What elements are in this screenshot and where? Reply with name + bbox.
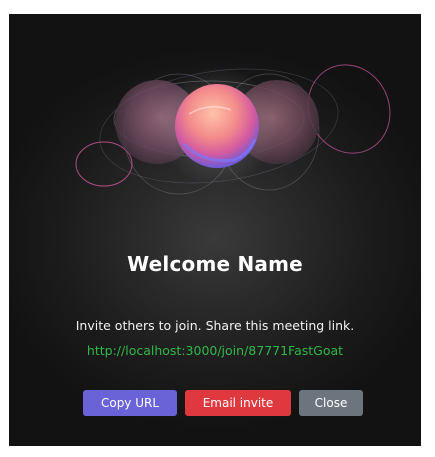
close-button[interactable]: Close bbox=[299, 390, 363, 416]
invite-instructions: Invite others to join. Share this meetin… bbox=[75, 318, 355, 333]
orbs-illustration bbox=[75, 64, 391, 195]
email-invite-button[interactable]: Email invite bbox=[185, 390, 291, 416]
copy-url-button[interactable]: Copy URL bbox=[83, 390, 177, 416]
welcome-title: Welcome Name bbox=[127, 252, 303, 276]
meeting-link[interactable]: http://localhost:3000/join/87771FastGoat bbox=[9, 343, 421, 358]
invite-modal: Welcome Name Invite others to join. Shar… bbox=[9, 14, 421, 446]
